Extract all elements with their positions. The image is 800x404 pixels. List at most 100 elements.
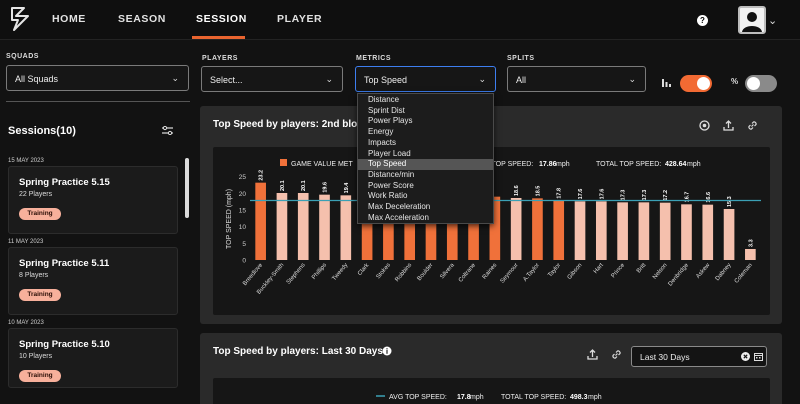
y-tick-label: 15 (239, 208, 247, 215)
x-tick-label: A.Taylor (522, 262, 541, 282)
metric-option-power-score[interactable]: Power Score (358, 181, 493, 192)
metric-option-energy[interactable]: Energy (358, 127, 493, 138)
bar-value-label: 17.6 (599, 189, 605, 200)
calendar-icon[interactable] (754, 352, 763, 361)
splits-select[interactable]: All ⌄ (507, 66, 646, 92)
target-icon[interactable] (699, 120, 710, 131)
bar-stephens[interactable] (297, 193, 309, 260)
bar-breedlove[interactable] (255, 182, 266, 260)
metrics-dropdown-menu: Distance Sprint Dist Power Plays Energy Impa… (357, 93, 494, 224)
clear-icon[interactable] (741, 352, 750, 361)
metric-option-top-speed[interactable]: Top Speed (358, 159, 493, 170)
bar-chart-icon (662, 79, 671, 87)
x-tick-label: Dabney (715, 262, 733, 282)
bar-value-label: 20.1 (301, 180, 307, 191)
y-tick-label: 25 (239, 174, 247, 181)
total-top-speed-label: TOTAL TOP SPEED: (501, 394, 566, 401)
metric-option-max-acceleration[interactable]: Max Acceleration (358, 213, 493, 224)
percent-label: % (731, 77, 739, 86)
session-name: Spring Practice 5.15 (19, 177, 110, 188)
metric-option-distance-min[interactable]: Distance/min (358, 170, 493, 181)
avg-top-speed-label: AVG TOP SPEED: (389, 394, 447, 401)
x-tick-label: Britt (636, 262, 648, 274)
metric-option-work-ratio[interactable]: Work Ratio (358, 191, 493, 202)
squads-select[interactable]: All Squads ⌄ (6, 65, 189, 91)
bar-value-label: 15.3 (727, 196, 733, 207)
y-tick-label: 20 (239, 191, 247, 198)
nav-tab-season[interactable]: SEASON (118, 13, 166, 25)
bar-denbridge[interactable] (681, 204, 692, 260)
link-icon[interactable] (611, 349, 622, 360)
bar-prince[interactable] (617, 202, 628, 260)
bar-britt[interactable] (638, 202, 650, 260)
metric-option-power-plays[interactable]: Power Plays (358, 116, 493, 127)
bar-tweedy[interactable] (340, 195, 352, 260)
bar-phillips[interactable] (319, 194, 330, 260)
session-card[interactable]: Spring Practice 5.15 22 Players Training (8, 166, 178, 234)
panel-title: Top Speed by players: Last 30 Days (213, 346, 383, 357)
bar-coleman[interactable] (745, 249, 756, 260)
session-name: Spring Practice 5.11 (19, 258, 110, 269)
bar-nelson[interactable] (659, 202, 671, 260)
nav-tab-home[interactable]: HOME (52, 13, 86, 25)
bar-askew[interactable] (702, 204, 714, 260)
bar-gibson[interactable] (574, 201, 586, 260)
session-name: Spring Practice 5.10 (19, 339, 110, 350)
bar-value-label: 19.6 (323, 182, 329, 193)
metric-option-max-deceleration[interactable]: Max Deceleration (358, 202, 493, 213)
nav-tab-session[interactable]: SESSION (196, 13, 247, 25)
bar-view-toggle[interactable] (680, 75, 712, 92)
user-avatar[interactable] (738, 6, 766, 34)
x-tick-label: Denbridge (668, 262, 691, 288)
chart-area: AVG TOP SPEED: 17.8 mph TOTAL TOP SPEED:… (213, 378, 770, 404)
info-icon[interactable] (382, 346, 392, 356)
date-range-value: Last 30 Days (640, 352, 690, 362)
bar-value-label: 19.4 (344, 182, 350, 194)
metric-option-player-load[interactable]: Player Load (358, 149, 493, 160)
bar-value-label: 17.6 (578, 189, 584, 200)
last-30-days-chart-legend: AVG TOP SPEED: 17.8 mph TOTAL TOP SPEED:… (376, 394, 602, 401)
total-top-speed-unit: mph (687, 161, 701, 168)
bar-a-taylor[interactable] (532, 198, 543, 260)
bar-buckley-smith[interactable] (276, 193, 288, 260)
bar-dabney[interactable] (723, 209, 735, 260)
x-tick-label: Stokes (376, 262, 392, 280)
x-tick-label: Breedlove (242, 262, 264, 287)
x-tick-label: Phillips (311, 262, 328, 280)
filter-icon[interactable] (162, 126, 173, 135)
x-tick-label: Silvera (439, 262, 456, 280)
metrics-label: METRICS (356, 55, 391, 62)
session-card[interactable]: Spring Practice 5.11 8 Players Training (8, 247, 178, 315)
x-tick-label: Stephens (286, 262, 307, 285)
legend-game-swatch (280, 159, 287, 166)
squads-select-value: All Squads (15, 74, 59, 84)
share-icon[interactable] (723, 120, 734, 131)
bar-hart[interactable] (595, 201, 607, 260)
bar-taylor[interactable] (553, 200, 565, 260)
x-tick-label: Gibson (567, 262, 584, 280)
top-navigation: HOME SEASON SESSION PLAYER ? ⌄ (0, 0, 800, 40)
percent-toggle[interactable] (745, 75, 777, 92)
x-tick-label: Boulder (417, 262, 435, 282)
session-card[interactable]: Spring Practice 5.10 10 Players Training (8, 328, 178, 388)
players-select[interactable]: Select... ⌄ (201, 66, 343, 92)
bar-value-label: 3.3 (748, 239, 754, 247)
metrics-select[interactable]: Top Speed ⌄ (355, 66, 496, 92)
chevron-down-icon: ⌄ (171, 73, 179, 83)
x-tick-label: Hart (593, 262, 605, 275)
brand-logo-icon[interactable] (10, 6, 32, 32)
metric-option-impacts[interactable]: Impacts (358, 138, 493, 149)
metric-option-distance[interactable]: Distance (358, 95, 493, 106)
share-icon[interactable] (587, 349, 598, 360)
app-root: HOME SEASON SESSION PLAYER ? ⌄ SQUADS PL… (0, 0, 800, 404)
chevron-down-icon[interactable]: ⌄ (768, 14, 777, 27)
nav-tab-player[interactable]: PLAYER (277, 13, 322, 25)
help-icon[interactable]: ? (697, 15, 708, 26)
date-range-field[interactable]: Last 30 Days (631, 346, 767, 367)
bar-value-label: 17.2 (663, 190, 669, 201)
x-tick-label: Askew (695, 262, 711, 280)
link-icon[interactable] (747, 120, 758, 131)
metric-option-sprint-dist[interactable]: Sprint Dist (358, 106, 493, 117)
bar-seymour[interactable] (510, 198, 522, 260)
sessions-scrollbar[interactable] (185, 158, 189, 218)
